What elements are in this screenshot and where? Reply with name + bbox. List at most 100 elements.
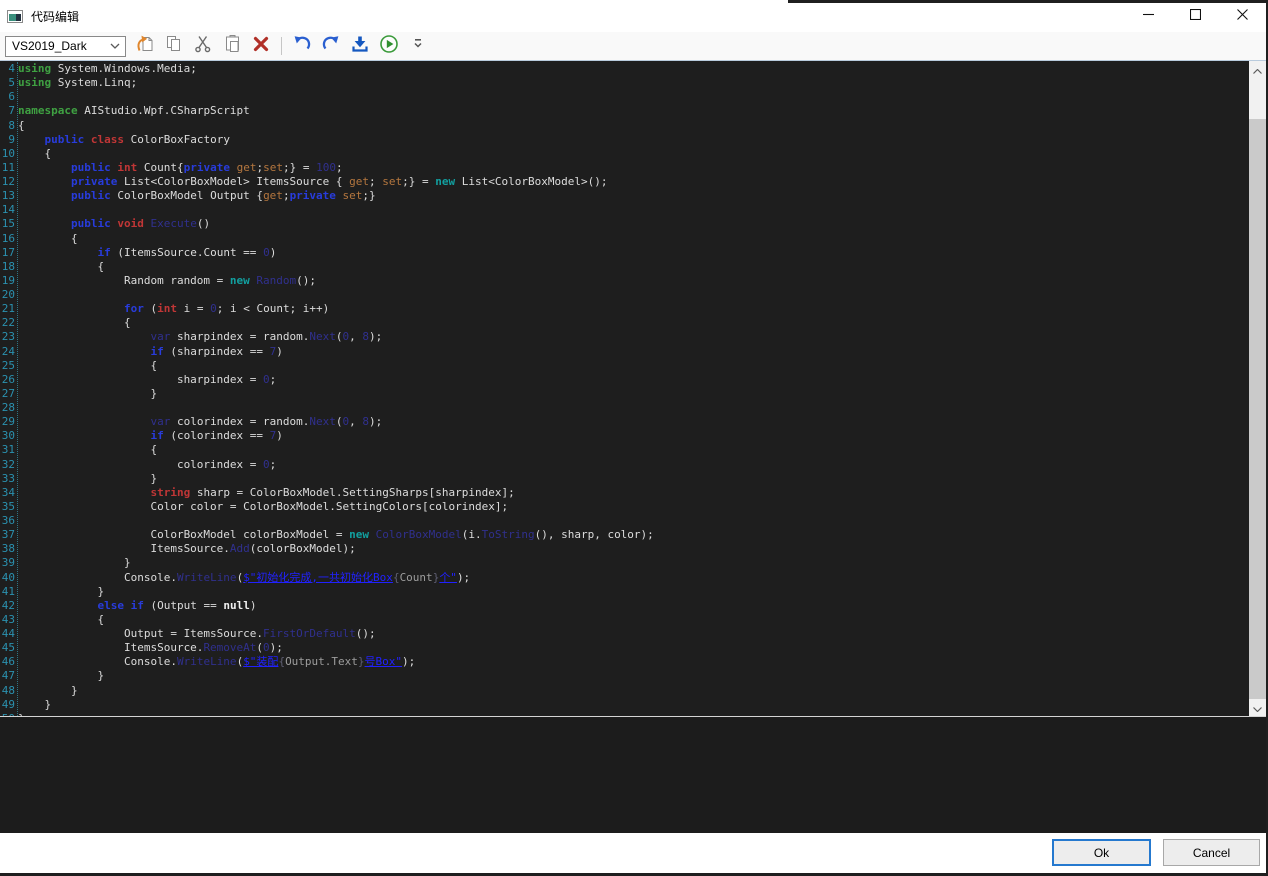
toolbar-separator <box>281 37 282 55</box>
paste-button[interactable] <box>222 36 242 56</box>
toolbar-buttons <box>135 36 428 56</box>
line-number: 38 <box>0 542 15 556</box>
code-line: { <box>18 443 1249 457</box>
line-number: 6 <box>0 90 15 104</box>
code-editor[interactable]: 4567891011121314151617181920212223242526… <box>0 61 1266 717</box>
code-line: using System.Linq; <box>18 76 1249 90</box>
line-number-gutter: 4567891011121314151617181920212223242526… <box>0 62 18 717</box>
line-number: 35 <box>0 500 15 514</box>
cut-icon <box>193 34 213 59</box>
line-number: 26 <box>0 373 15 387</box>
line-number: 22 <box>0 316 15 330</box>
line-number: 42 <box>0 599 15 613</box>
code-line: Output = ItemsSource.FirstOrDefault(); <box>18 627 1249 641</box>
app-icon <box>7 10 23 23</box>
cut-button[interactable] <box>193 36 213 56</box>
cancel-button[interactable]: Cancel <box>1163 839 1260 866</box>
theme-select-value: VS2019_Dark <box>12 39 87 53</box>
line-number: 37 <box>0 528 15 542</box>
close-button[interactable] <box>1219 0 1266 32</box>
code-line: var colorindex = random.Next(0, 8); <box>18 415 1249 429</box>
line-number: 48 <box>0 684 15 698</box>
code-line: using System.Windows.Media; <box>18 62 1249 76</box>
save-icon <box>350 34 370 59</box>
line-number: 13 <box>0 189 15 203</box>
scroll-down-button[interactable] <box>1249 699 1266 716</box>
chevron-down-icon <box>110 43 120 49</box>
code-line: { <box>18 359 1249 373</box>
toolbar: VS2019_Dark <box>0 32 1266 61</box>
dialog-body-panel <box>0 717 1266 833</box>
code-line: { <box>18 232 1249 246</box>
code-line <box>18 514 1249 528</box>
code-line: if (ItemsSource.Count == 0) <box>18 246 1249 260</box>
line-number: 5 <box>0 76 15 90</box>
line-number: 25 <box>0 359 15 373</box>
line-number: 41 <box>0 585 15 599</box>
code-line <box>18 90 1249 104</box>
code-line: } <box>18 698 1249 712</box>
code-line: { <box>18 119 1249 133</box>
window-title: 代码编辑 <box>31 8 79 25</box>
code-line: } <box>18 684 1249 698</box>
line-number: 31 <box>0 443 15 457</box>
reload-icon <box>135 34 155 59</box>
line-number: 32 <box>0 458 15 472</box>
line-number: 7 <box>0 104 15 118</box>
line-number: 9 <box>0 133 15 147</box>
vertical-scrollbar[interactable] <box>1249 61 1266 716</box>
theme-select[interactable]: VS2019_Dark <box>5 36 126 57</box>
code-line: sharpindex = 0; <box>18 373 1249 387</box>
overflow-icon <box>413 34 423 59</box>
window-controls <box>1125 0 1266 32</box>
line-number: 49 <box>0 698 15 712</box>
maximize-icon <box>1190 7 1201 25</box>
line-number: 4 <box>0 62 15 76</box>
minimize-button[interactable] <box>1125 0 1172 32</box>
delete-button[interactable] <box>251 36 271 56</box>
run-icon <box>379 34 399 59</box>
line-number: 8 <box>0 119 15 133</box>
code-line: string sharp = ColorBoxModel.SettingShar… <box>18 486 1249 500</box>
line-number: 21 <box>0 302 15 316</box>
code-line: public ColorBoxModel Output {get;private… <box>18 189 1249 203</box>
line-number: 33 <box>0 472 15 486</box>
code-line: { <box>18 613 1249 627</box>
copy-button[interactable] <box>164 36 184 56</box>
line-number: 14 <box>0 203 15 217</box>
redo-button[interactable] <box>321 36 341 56</box>
line-number: 43 <box>0 613 15 627</box>
reload-button[interactable] <box>135 36 155 56</box>
code-line: if (sharpindex == 7) <box>18 345 1249 359</box>
line-number: 34 <box>0 486 15 500</box>
title-bar: 代码编辑 <box>0 0 1266 32</box>
line-number: 29 <box>0 415 15 429</box>
code-line: { <box>18 147 1249 161</box>
line-number: 40 <box>0 571 15 585</box>
line-number: 27 <box>0 387 15 401</box>
line-number: 39 <box>0 556 15 570</box>
scroll-up-button[interactable] <box>1249 61 1266 78</box>
code-line: if (colorindex == 7) <box>18 429 1249 443</box>
maximize-button[interactable] <box>1172 0 1219 32</box>
code-line: } <box>18 387 1249 401</box>
code-edit-dialog: 代码编辑 VS2019_Dark <box>0 0 1266 873</box>
save-button[interactable] <box>350 36 370 56</box>
ok-button[interactable]: Ok <box>1052 839 1151 866</box>
code-line: var sharpindex = random.Next(0, 8); <box>18 330 1249 344</box>
screen: 代码编辑 VS2019_Dark <box>0 0 1268 876</box>
overflow-button[interactable] <box>408 36 428 56</box>
line-number: 28 <box>0 401 15 415</box>
line-number: 46 <box>0 655 15 669</box>
undo-button[interactable] <box>292 36 312 56</box>
scrollbar-thumb[interactable] <box>1249 78 1266 119</box>
code-pane[interactable]: using System.Windows.Media;using System.… <box>18 62 1249 717</box>
code-line: ItemsSource.Add(colorBoxModel); <box>18 542 1249 556</box>
background-window-edge <box>788 0 1268 3</box>
run-button[interactable] <box>379 36 399 56</box>
delete-icon <box>251 34 271 59</box>
code-line: colorindex = 0; <box>18 458 1249 472</box>
line-number: 47 <box>0 669 15 683</box>
line-number: 11 <box>0 161 15 175</box>
line-number: 20 <box>0 288 15 302</box>
